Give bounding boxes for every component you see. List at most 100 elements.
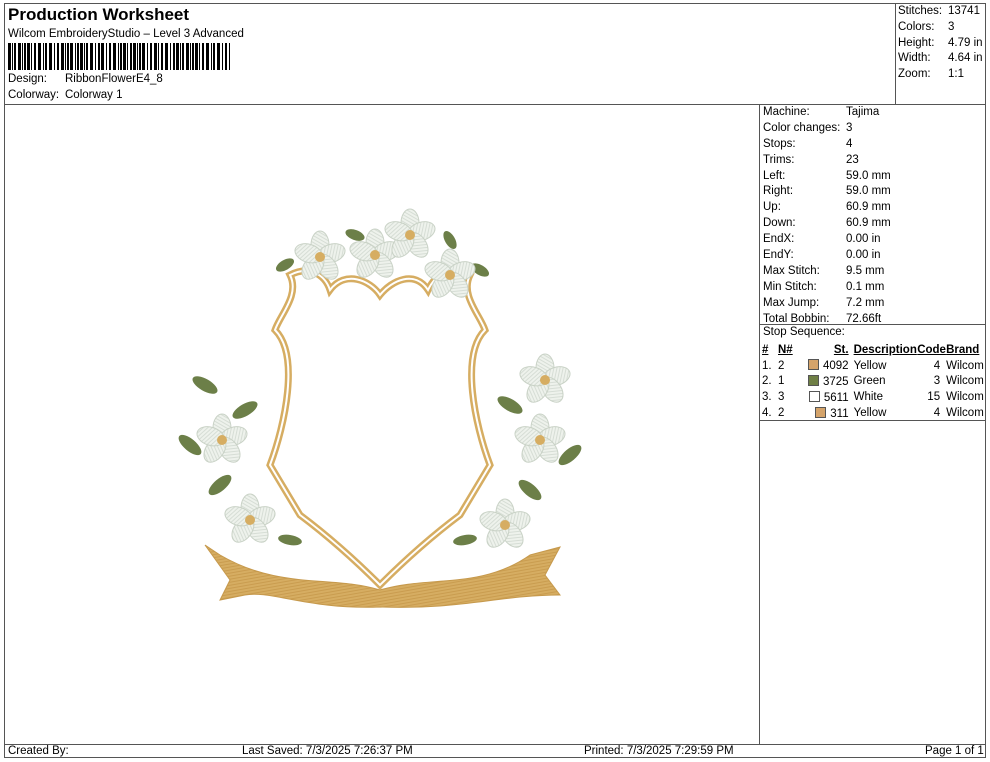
summary-row: Colors: 3 bbox=[898, 21, 983, 37]
stop-needle: 3 bbox=[778, 391, 785, 404]
col-brand: Brand bbox=[946, 343, 980, 356]
stop-stitches: 4092 bbox=[808, 358, 849, 374]
ribbon bbox=[204, 544, 561, 608]
summary-panel: Stitches: 13741 Colors: 3 Height: 4.79 in W… bbox=[898, 5, 983, 84]
spec-label: Color changes: bbox=[763, 121, 841, 134]
stop-sequence-table: # N# St. Description Code Brand 1. 2 4092 Y… bbox=[762, 342, 984, 421]
flower bbox=[479, 498, 531, 548]
spec-label: Max Stitch: bbox=[763, 264, 820, 277]
summary-value: 1:1 bbox=[948, 68, 964, 81]
colorway-row: Colorway: Colorway 1 bbox=[8, 89, 123, 101]
spec-value: 72.66ft bbox=[846, 312, 882, 325]
stop-code: 3 bbox=[933, 375, 941, 388]
spec-value: 4 bbox=[846, 137, 853, 150]
spec-label: Stops: bbox=[763, 137, 796, 150]
design-value: RibbonFlowerE4_8 bbox=[65, 73, 163, 85]
colorway-label: Colorway: bbox=[8, 89, 60, 101]
stop-needle: 2 bbox=[778, 407, 785, 420]
stop-code: 15 bbox=[927, 391, 941, 404]
spec-value: 0.00 in bbox=[846, 233, 881, 246]
stop-sequence-title: Stop Sequence: bbox=[763, 326, 845, 338]
flower bbox=[519, 353, 571, 403]
summary-label: Width: bbox=[898, 52, 931, 65]
stop-num: 2. bbox=[762, 375, 772, 388]
specs-divider bbox=[759, 104, 760, 745]
spec-label: Max Jump: bbox=[763, 296, 820, 309]
col-stitches: St. bbox=[833, 343, 849, 356]
spec-value: 23 bbox=[846, 153, 859, 166]
spec-label: Min Stitch: bbox=[763, 280, 817, 293]
color-swatch bbox=[808, 374, 819, 386]
table-row: 2. 1 3725 Green 3 Wilcom bbox=[762, 374, 984, 390]
spec-label: Trims: bbox=[763, 153, 795, 166]
summary-label: Stitches: bbox=[898, 5, 943, 17]
stop-needle: 1 bbox=[778, 375, 785, 388]
page-number: Page 1 of 1 bbox=[925, 745, 984, 757]
color-swatch bbox=[808, 359, 819, 371]
summary-divider bbox=[895, 3, 896, 104]
flower bbox=[196, 413, 248, 463]
software-name: Wilcom EmbroideryStudio – Level 3 Advanc… bbox=[8, 28, 244, 40]
stop-stitches: 311 bbox=[808, 405, 849, 421]
col-needle: N# bbox=[778, 343, 793, 356]
flower bbox=[224, 493, 276, 543]
spec-label: Down: bbox=[763, 217, 796, 230]
spec-row: Stops: 4 bbox=[763, 138, 891, 154]
spec-label: Up: bbox=[763, 201, 781, 214]
col-code: Code bbox=[917, 343, 946, 356]
spec-row: Max Jump: 7.2 mm bbox=[763, 297, 891, 313]
summary-row: Stitches: 13741 bbox=[898, 5, 983, 21]
spec-row: Machine: Tajima bbox=[763, 106, 891, 122]
summary-value: 4.64 in bbox=[948, 52, 983, 65]
footer-divider bbox=[4, 744, 986, 745]
table-header-row: # N# St. Description Code Brand bbox=[762, 342, 984, 358]
spec-label: Total Bobbin: bbox=[763, 312, 830, 325]
table-row: 4. 2 311 Yellow 4 Wilcom bbox=[762, 405, 984, 421]
stop-num: 4. bbox=[762, 407, 772, 420]
spec-label: EndY: bbox=[763, 249, 794, 262]
col-num: # bbox=[762, 343, 769, 356]
flower bbox=[514, 413, 566, 463]
stop-description: Yellow bbox=[853, 407, 887, 420]
spec-row: Up: 60.9 mm bbox=[763, 201, 891, 217]
embroidery-design-preview bbox=[178, 208, 582, 608]
stop-code: 4 bbox=[933, 407, 941, 420]
spec-label: EndX: bbox=[763, 233, 795, 246]
last-saved: Last Saved: 7/3/2025 7:26:37 PM bbox=[242, 745, 413, 757]
stop-code: 4 bbox=[933, 359, 941, 372]
summary-value: 4.79 in bbox=[948, 36, 983, 49]
spec-value: 0.1 mm bbox=[846, 280, 885, 293]
stop-num: 1. bbox=[762, 359, 772, 372]
stop-description: Yellow bbox=[853, 359, 887, 372]
stop-description: Green bbox=[853, 375, 886, 388]
summary-row: Height: 4.79 in bbox=[898, 37, 983, 53]
design-row: Design: RibbonFlowerE4_8 bbox=[8, 73, 163, 85]
spec-value: 7.2 mm bbox=[846, 296, 885, 309]
barcode bbox=[8, 43, 230, 70]
spec-row: Down: 60.9 mm bbox=[763, 217, 891, 233]
spec-row: Trims: 23 bbox=[763, 154, 891, 170]
summary-label: Zoom: bbox=[898, 68, 931, 81]
spec-row: Color changes: 3 bbox=[763, 122, 891, 138]
spec-row: Min Stitch: 0.1 mm bbox=[763, 281, 891, 297]
stop-brand: Wilcom bbox=[946, 391, 984, 404]
summary-label: Height: bbox=[898, 36, 935, 49]
specs-panel: Machine: Tajima Color changes: 3 Stops: 4 T… bbox=[763, 106, 891, 328]
col-description: Description bbox=[853, 343, 917, 356]
summary-label: Colors: bbox=[898, 20, 935, 33]
summary-value: 3 bbox=[948, 20, 955, 33]
stop-brand: Wilcom bbox=[946, 359, 984, 372]
spec-row: Right: 59.0 mm bbox=[763, 185, 891, 201]
spec-value: 0.00 in bbox=[846, 249, 881, 262]
summary-value: 13741 bbox=[948, 5, 980, 17]
spec-row: Left: 59.0 mm bbox=[763, 170, 891, 186]
stop-description: White bbox=[853, 391, 883, 404]
stop-num: 3. bbox=[762, 391, 772, 404]
colorway-value: Colorway 1 bbox=[65, 89, 123, 101]
color-swatch bbox=[815, 406, 827, 418]
stop-brand: Wilcom bbox=[946, 375, 984, 388]
stop-brand: Wilcom bbox=[946, 407, 984, 420]
spec-value: 59.0 mm bbox=[846, 185, 891, 198]
header-divider bbox=[4, 104, 986, 105]
spec-label: Left: bbox=[763, 169, 786, 182]
